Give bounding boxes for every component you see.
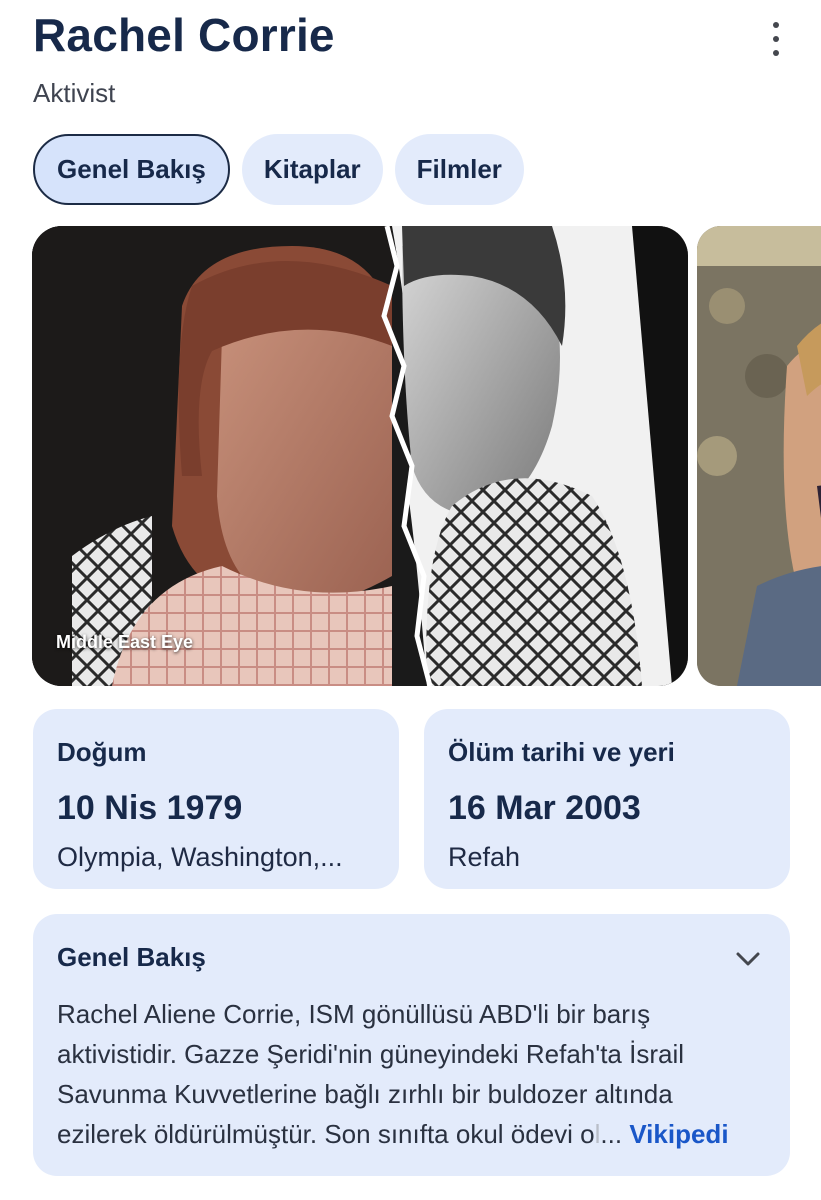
knowledge-panel: Rachel Corrie Aktivist Genel Bakış Kitap… [0, 0, 821, 1200]
overview-last-line: ezilerek öldürülmüştür. Son sınıfta okul… [57, 1114, 777, 1154]
overview-description: Rachel Aliene Corrie, ISM gönüllüsü ABD'… [57, 994, 777, 1154]
gallery-image-second[interactable] [697, 226, 821, 686]
death-info-card[interactable]: Ölüm tarihi ve yeri 16 Mar 2003 Refah [424, 709, 790, 889]
death-label: Ölüm tarihi ve yeri [448, 737, 675, 767]
page-title: Rachel Corrie [33, 9, 335, 61]
birth-date: 10 Nis 1979 [57, 789, 243, 827]
overview-card: Genel Bakış Rachel Aliene Corrie, ISM gö… [33, 914, 790, 1176]
death-date: 16 Mar 2003 [448, 789, 641, 827]
tab-books[interactable]: Kitaplar [241, 134, 383, 205]
tab-films[interactable]: Filmler [394, 134, 524, 205]
birth-info-card[interactable]: Doğum 10 Nis 1979 Olympia, Washington,..… [33, 709, 399, 889]
death-place: Refah [448, 842, 521, 872]
overview-line: Savunma Kuvvetlerine bağlı zırhlı bir bu… [57, 1079, 673, 1109]
birth-label: Doğum [57, 737, 147, 767]
chevron-down-icon[interactable] [733, 944, 763, 974]
tab-overview[interactable]: Genel Bakış [33, 134, 230, 205]
more-vert-icon[interactable] [762, 22, 790, 56]
overview-line: aktivistidir. Gazze Şeridi'nin güneyinde… [57, 1039, 685, 1069]
overview-label: Genel Bakış [57, 942, 206, 972]
overview-ellipsis: ... [600, 1119, 623, 1149]
wikipedia-link[interactable]: Vikipedi [629, 1119, 728, 1149]
tab-bar: Genel Bakış Kitaplar Filmler [33, 134, 524, 205]
overview-line-text: ezilerek öldürülmüştür. Son sınıfta okul… [57, 1119, 595, 1149]
image-source-caption: Middle East Eye [56, 632, 194, 652]
gallery-image-main[interactable]: Middle East Eye [32, 226, 688, 686]
entity-type-subtitle: Aktivist [33, 78, 116, 108]
image-carousel[interactable]: Middle East Eye [32, 226, 821, 686]
overview-line: Rachel Aliene Corrie, ISM gönüllüsü ABD'… [57, 999, 651, 1029]
birth-place: Olympia, Washington,... [57, 842, 343, 872]
